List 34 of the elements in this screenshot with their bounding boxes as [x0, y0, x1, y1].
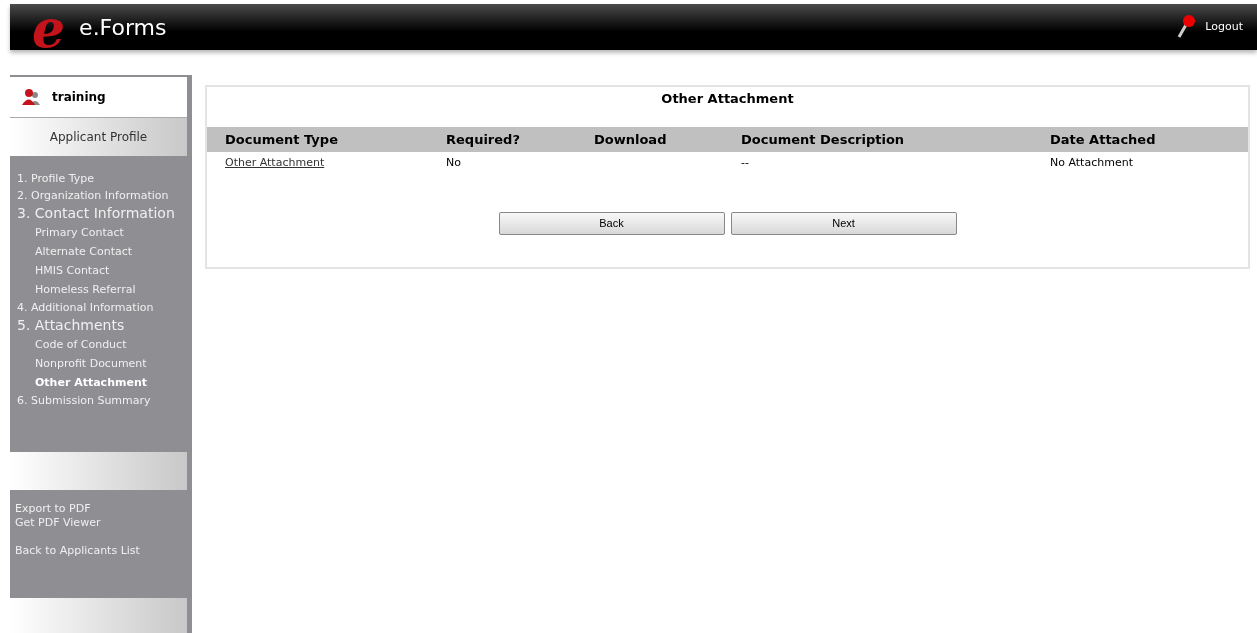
column-header: Required? [446, 130, 521, 149]
nav-button[interactable]: Next [730, 211, 957, 235]
users-icon [22, 89, 42, 105]
nav-item[interactable]: HMIS Contact [10, 261, 192, 280]
column-header: Document Type [225, 130, 339, 149]
nav-item[interactable]: Code of Conduct [10, 335, 192, 354]
nav-button[interactable]: Back [498, 211, 725, 235]
profile-button[interactable]: Applicant Profile [10, 118, 187, 156]
sidebar-link[interactable]: Back to Applicants List [15, 544, 192, 558]
nav-item[interactable]: 2. Organization Information [10, 187, 192, 204]
nav-item[interactable]: 1. Profile Type [10, 170, 192, 187]
logo-icon: e [32, 7, 66, 51]
table-cell: No Attachment [1050, 156, 1133, 169]
column-header: Download [594, 130, 668, 149]
document-link[interactable]: Other Attachment [225, 156, 325, 169]
panel-title: Other Attachment [660, 90, 795, 108]
nav-item[interactable]: Alternate Contact [10, 242, 192, 261]
sidebar-link[interactable]: Export to PDF [15, 502, 192, 516]
column-header: Document Description [741, 130, 906, 149]
nav-item[interactable]: 6. Submission Summary [10, 392, 192, 409]
user-name: training [52, 89, 106, 106]
logout-link[interactable]: Logout [1205, 18, 1243, 36]
app-title: e.Forms [79, 13, 167, 42]
table-cell: -- [741, 156, 749, 169]
table-cell: No [446, 156, 461, 169]
nav-item[interactable]: Nonprofit Document [10, 354, 192, 373]
sidebar-link[interactable]: Get PDF Viewer [15, 516, 192, 530]
column-header: Date Attached [1050, 130, 1157, 149]
nav-item[interactable]: Homeless Referral [10, 280, 192, 299]
nav-item[interactable]: 3. Contact Information [10, 204, 192, 223]
nav-item[interactable]: 5. Attachments [10, 316, 192, 335]
nav-item[interactable]: Primary Contact [10, 223, 192, 242]
nav-item[interactable]: 4. Additional Information [10, 299, 192, 316]
nav-item[interactable]: Other Attachment [10, 373, 192, 392]
